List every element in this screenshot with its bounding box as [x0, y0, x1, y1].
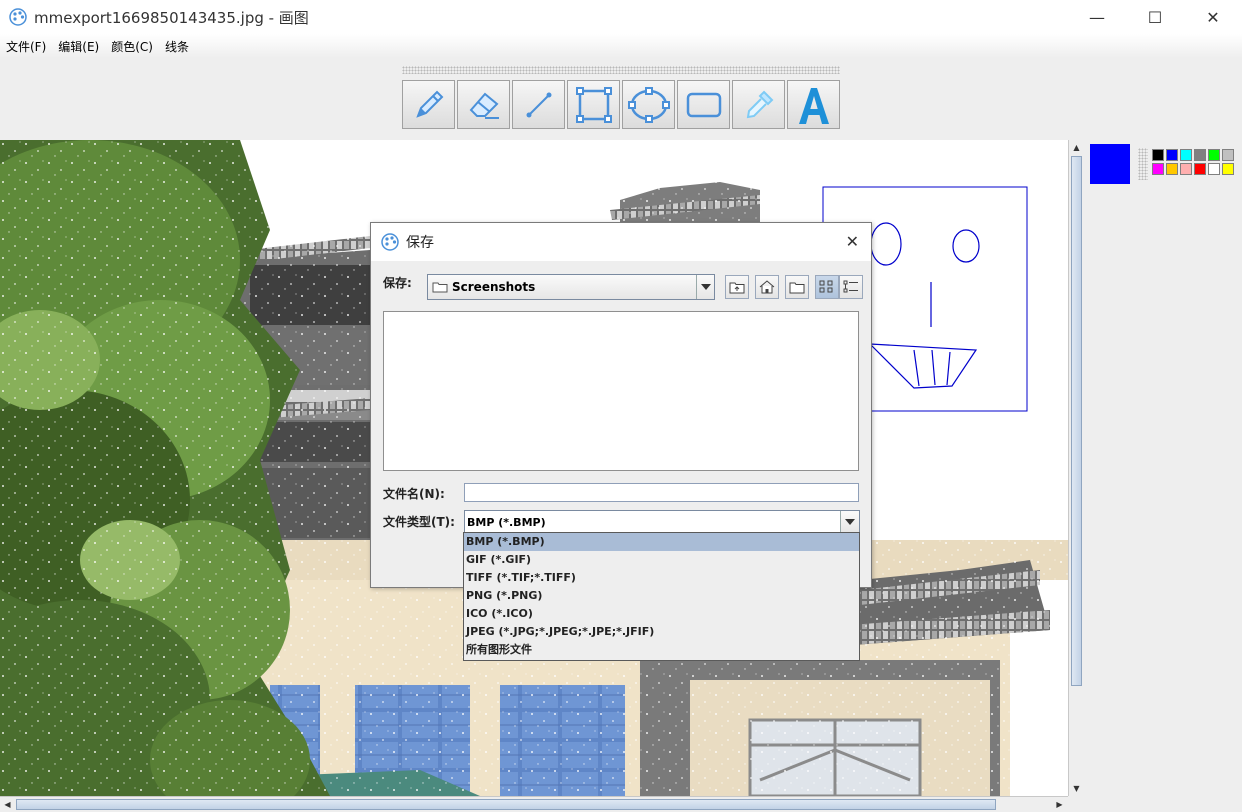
file-list[interactable] — [383, 311, 859, 471]
filetype-option[interactable]: BMP (*.BMP) — [464, 533, 859, 551]
ellipse-tool-button[interactable] — [622, 80, 675, 129]
color-panel — [1086, 140, 1242, 812]
chevron-down-icon[interactable] — [696, 275, 714, 299]
dialog-close-icon[interactable]: ✕ — [846, 232, 859, 251]
color-swatch[interactable] — [1180, 163, 1192, 175]
up-folder-icon — [729, 282, 745, 294]
toolbar-grip[interactable] — [402, 66, 840, 74]
filetype-option[interactable]: 所有图形文件 — [464, 641, 859, 659]
filetype-option[interactable]: ICO (*.ICO) — [464, 605, 859, 623]
color-swatch[interactable] — [1222, 149, 1234, 161]
color-swatch[interactable] — [1222, 163, 1234, 175]
home-button[interactable] — [755, 275, 779, 299]
menu-color[interactable]: 颜色(C) — [105, 38, 159, 55]
scroll-left-arrow-icon[interactable]: ◀ — [0, 797, 15, 812]
vertical-scrollbar[interactable]: ▲ ▼ — [1068, 140, 1084, 796]
filetype-option[interactable]: GIF (*.GIF) — [464, 551, 859, 569]
palette-grip[interactable] — [1138, 148, 1148, 180]
paint-palette-icon — [9, 8, 27, 26]
color-swatch[interactable] — [1194, 149, 1206, 161]
close-button[interactable]: ✕ — [1184, 0, 1242, 34]
window-title: mmexport1669850143435.jpg - 画图 — [34, 8, 309, 27]
scroll-right-arrow-icon[interactable]: ▶ — [1052, 797, 1067, 812]
line-tool-button[interactable] — [512, 80, 565, 129]
filetype-option[interactable]: JPEG (*.JPG;*.JPEG;*.JPE;*.JFIF) — [464, 623, 859, 641]
ellipse-icon — [627, 86, 670, 123]
pencil-tool-button[interactable] — [402, 80, 455, 129]
color-swatch[interactable] — [1166, 163, 1178, 175]
title-bar: mmexport1669850143435.jpg - 画图 — ☐ ✕ — [0, 0, 1242, 34]
filename-input[interactable] — [464, 483, 859, 502]
dialog-title-bar: 保存 ✕ — [371, 223, 871, 261]
list-view-icon — [819, 280, 833, 293]
color-picker-tool-button[interactable] — [732, 80, 785, 129]
scroll-up-arrow-icon[interactable]: ▲ — [1069, 140, 1084, 155]
color-swatch[interactable] — [1180, 149, 1192, 161]
text-tool-button[interactable] — [787, 80, 840, 129]
filetype-option[interactable]: PNG (*.PNG) — [464, 587, 859, 605]
eraser-tool-button[interactable] — [457, 80, 510, 129]
current-color-swatch[interactable] — [1090, 144, 1130, 184]
list-view-button[interactable] — [815, 275, 839, 299]
horizontal-scroll-thumb[interactable] — [16, 799, 996, 810]
details-view-button[interactable] — [839, 275, 863, 299]
save-in-label: 保存: — [383, 276, 412, 290]
color-swatch[interactable] — [1166, 149, 1178, 161]
chevron-down-icon[interactable] — [840, 511, 859, 533]
filename-label: 文件名(N): — [383, 487, 445, 501]
vertical-scroll-thumb[interactable] — [1071, 156, 1082, 686]
maximize-button[interactable]: ☐ — [1126, 0, 1184, 34]
filetype-selected: BMP (*.BMP) — [467, 515, 546, 529]
menu-bar: 文件(F) 编辑(E) 颜色(C) 线条 — [0, 34, 1242, 58]
color-swatch[interactable] — [1152, 163, 1164, 175]
filetype-option[interactable]: TIFF (*.TIF;*.TIFF) — [464, 569, 859, 587]
details-view-icon — [843, 280, 858, 293]
toolbar — [0, 58, 1242, 138]
color-picker-icon — [746, 90, 773, 118]
color-swatch[interactable] — [1208, 149, 1220, 161]
menu-line[interactable]: 线条 — [159, 38, 195, 55]
new-folder-button[interactable] — [785, 275, 809, 299]
menu-file[interactable]: 文件(F) — [0, 38, 52, 55]
pencil-icon — [415, 90, 443, 118]
scroll-down-arrow-icon[interactable]: ▼ — [1069, 781, 1084, 796]
eraser-icon — [469, 92, 499, 119]
filetype-label: 文件类型(T): — [383, 515, 455, 529]
menu-edit[interactable]: 编辑(E) — [52, 38, 105, 55]
dialog-title: 保存 — [406, 235, 434, 251]
rounded-rectangle-tool-button[interactable] — [677, 80, 730, 129]
home-icon — [759, 280, 775, 294]
color-swatch[interactable] — [1194, 163, 1206, 175]
rounded-rectangle-icon — [686, 92, 721, 117]
save-in-combo[interactable]: Screenshots — [427, 274, 715, 300]
rectangle-select-tool-button[interactable] — [567, 80, 620, 129]
filetype-combo[interactable]: BMP (*.BMP) — [464, 510, 860, 534]
minimize-button[interactable]: — — [1068, 0, 1126, 34]
paint-palette-icon — [381, 233, 399, 251]
color-palette — [1152, 149, 1234, 175]
save-in-folder: Screenshots — [452, 280, 536, 294]
filetype-dropdown-list: BMP (*.BMP) GIF (*.GIF) TIFF (*.TIF;*.TI… — [463, 532, 860, 661]
rectangle-select-icon — [575, 86, 612, 123]
new-folder-icon — [789, 282, 805, 294]
folder-icon — [432, 282, 448, 293]
line-icon — [526, 92, 551, 117]
color-swatch[interactable] — [1152, 149, 1164, 161]
horizontal-scrollbar[interactable]: ◀ ▶ — [0, 796, 1068, 812]
text-icon — [798, 87, 829, 124]
up-folder-button[interactable] — [725, 275, 749, 299]
color-swatch[interactable] — [1208, 163, 1220, 175]
